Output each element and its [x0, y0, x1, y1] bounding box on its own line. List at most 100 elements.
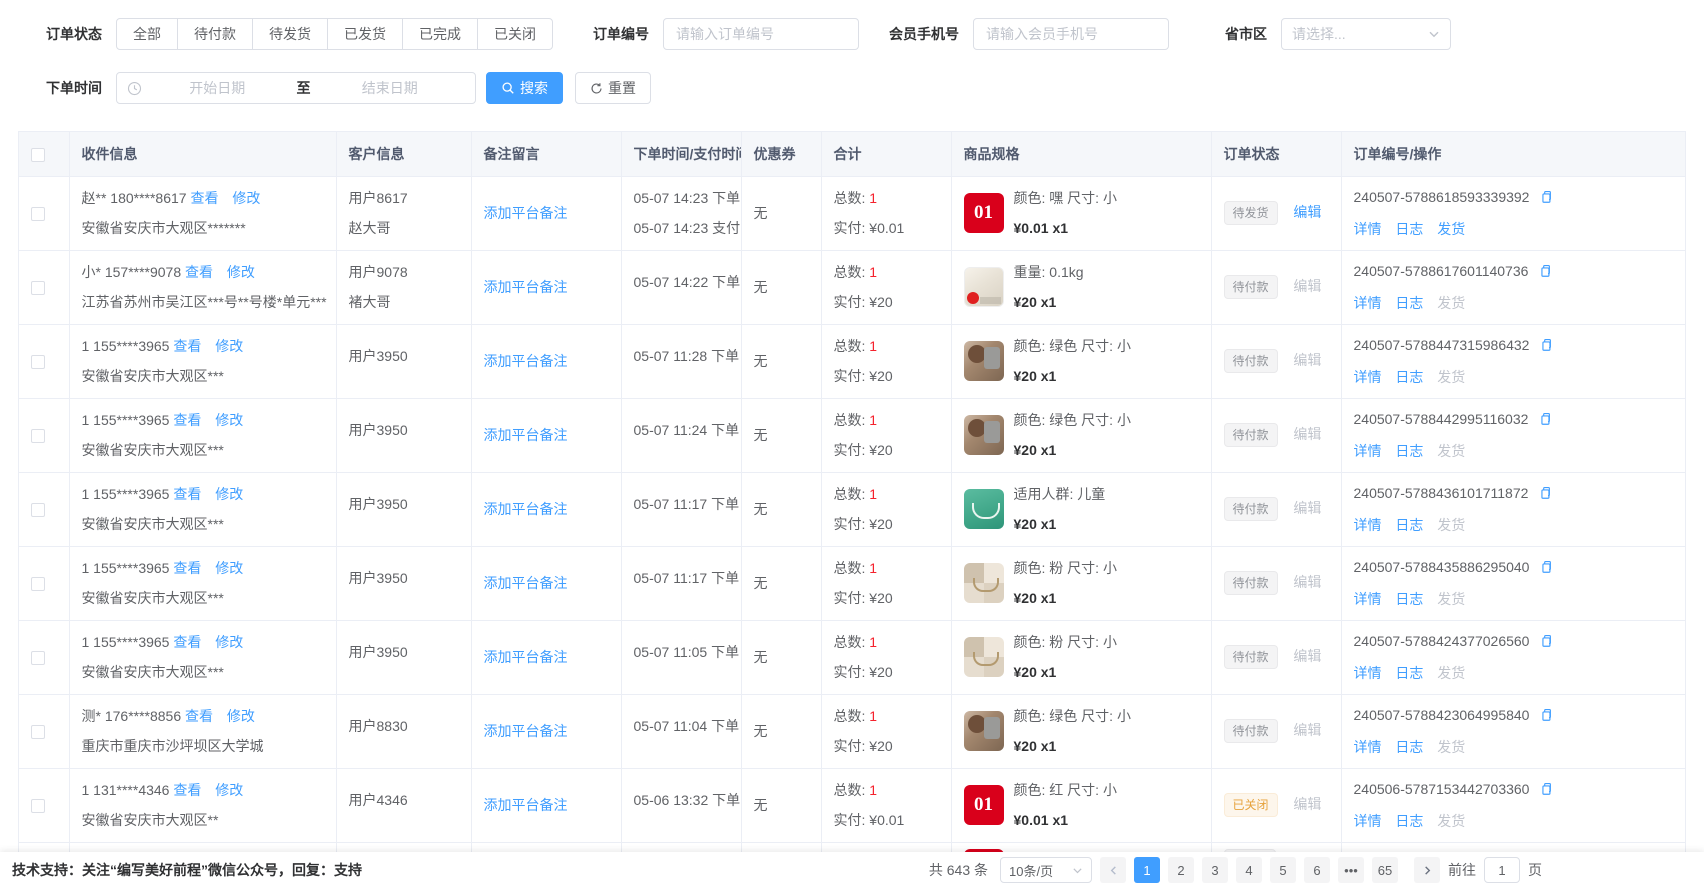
status-tab-completed[interactable]: 已完成	[402, 18, 478, 50]
view-link[interactable]: 查看	[185, 708, 213, 724]
select-all-checkbox[interactable]	[31, 148, 45, 162]
row-checkbox[interactable]	[31, 281, 45, 295]
status-tab-closed[interactable]: 已关闭	[477, 18, 553, 50]
ship-link[interactable]: 发货	[1437, 517, 1465, 533]
copy-icon[interactable]	[1539, 561, 1553, 577]
modify-link[interactable]: 修改	[215, 412, 243, 428]
row-checkbox[interactable]	[31, 799, 45, 813]
add-platform-note-link[interactable]: 添加平台备注	[484, 797, 568, 813]
ship-link[interactable]: 发货	[1437, 221, 1465, 237]
region-select[interactable]: 请选择...	[1281, 18, 1451, 50]
view-link[interactable]: 查看	[185, 264, 213, 280]
page-button[interactable]: 3	[1202, 857, 1228, 883]
ship-link[interactable]: 发货	[1437, 369, 1465, 385]
detail-link[interactable]: 详情	[1354, 221, 1382, 237]
log-link[interactable]: 日志	[1395, 221, 1423, 237]
log-link[interactable]: 日志	[1395, 813, 1423, 829]
edit-link[interactable]: 编辑	[1293, 574, 1321, 590]
copy-icon[interactable]	[1538, 413, 1552, 429]
detail-link[interactable]: 详情	[1354, 591, 1382, 607]
goto-page-input[interactable]	[1484, 857, 1520, 883]
status-tab-pending-shipment[interactable]: 待发货	[252, 18, 328, 50]
modify-link[interactable]: 修改	[215, 560, 243, 576]
date-range-picker[interactable]: 开始日期 至 结束日期	[116, 72, 476, 104]
add-platform-note-link[interactable]: 添加平台备注	[484, 353, 568, 369]
view-link[interactable]: 查看	[173, 560, 201, 576]
detail-link[interactable]: 详情	[1354, 739, 1382, 755]
ship-link[interactable]: 发货	[1437, 813, 1465, 829]
log-link[interactable]: 日志	[1395, 517, 1423, 533]
detail-link[interactable]: 详情	[1354, 813, 1382, 829]
prev-page-button[interactable]	[1100, 857, 1126, 883]
modify-link[interactable]: 修改	[215, 782, 243, 798]
edit-link[interactable]: 编辑	[1293, 722, 1321, 738]
ship-link[interactable]: 发货	[1437, 591, 1465, 607]
add-platform-note-link[interactable]: 添加平台备注	[484, 723, 568, 739]
row-checkbox[interactable]	[31, 207, 45, 221]
detail-link[interactable]: 详情	[1354, 369, 1382, 385]
page-button[interactable]: 6	[1304, 857, 1330, 883]
view-link[interactable]: 查看	[173, 412, 201, 428]
ship-link[interactable]: 发货	[1437, 739, 1465, 755]
modify-link[interactable]: 修改	[215, 634, 243, 650]
modify-link[interactable]: 修改	[232, 190, 260, 206]
log-link[interactable]: 日志	[1395, 369, 1423, 385]
edit-link[interactable]: 编辑	[1293, 426, 1321, 442]
page-size-select[interactable]: 10条/页	[1000, 857, 1092, 883]
ship-link[interactable]: 发货	[1437, 665, 1465, 681]
ship-link[interactable]: 发货	[1437, 443, 1465, 459]
date-end-input[interactable]: 结束日期	[315, 78, 466, 98]
view-link[interactable]: 查看	[173, 338, 201, 354]
add-platform-note-link[interactable]: 添加平台备注	[484, 575, 568, 591]
copy-icon[interactable]	[1538, 265, 1552, 281]
log-link[interactable]: 日志	[1395, 295, 1423, 311]
page-ellipsis[interactable]: •••	[1338, 857, 1364, 883]
edit-link[interactable]: 编辑	[1293, 796, 1321, 812]
log-link[interactable]: 日志	[1395, 739, 1423, 755]
copy-icon[interactable]	[1538, 487, 1552, 503]
detail-link[interactable]: 详情	[1354, 517, 1382, 533]
detail-link[interactable]: 详情	[1354, 443, 1382, 459]
view-link[interactable]: 查看	[173, 486, 201, 502]
phone-input[interactable]	[973, 18, 1169, 50]
row-checkbox[interactable]	[31, 355, 45, 369]
reset-button[interactable]: 重置	[575, 72, 651, 104]
page-button[interactable]: 65	[1372, 857, 1398, 883]
edit-link[interactable]: 编辑	[1293, 352, 1321, 368]
status-tab-all[interactable]: 全部	[116, 18, 178, 50]
copy-icon[interactable]	[1539, 635, 1553, 651]
row-checkbox[interactable]	[31, 725, 45, 739]
copy-icon[interactable]	[1539, 709, 1553, 725]
edit-link[interactable]: 编辑	[1293, 500, 1321, 516]
row-checkbox[interactable]	[31, 503, 45, 517]
add-platform-note-link[interactable]: 添加平台备注	[484, 279, 568, 295]
page-button[interactable]: 4	[1236, 857, 1262, 883]
row-checkbox[interactable]	[31, 577, 45, 591]
edit-link[interactable]: 编辑	[1293, 278, 1321, 294]
copy-icon[interactable]	[1539, 783, 1553, 799]
add-platform-note-link[interactable]: 添加平台备注	[484, 501, 568, 517]
page-button[interactable]: 5	[1270, 857, 1296, 883]
log-link[interactable]: 日志	[1395, 665, 1423, 681]
row-checkbox[interactable]	[31, 651, 45, 665]
page-button[interactable]: 2	[1168, 857, 1194, 883]
modify-link[interactable]: 修改	[227, 708, 255, 724]
modify-link[interactable]: 修改	[227, 264, 255, 280]
modify-link[interactable]: 修改	[215, 486, 243, 502]
copy-icon[interactable]	[1539, 339, 1553, 355]
view-link[interactable]: 查看	[173, 782, 201, 798]
copy-icon[interactable]	[1539, 191, 1553, 207]
row-checkbox[interactable]	[31, 429, 45, 443]
log-link[interactable]: 日志	[1395, 443, 1423, 459]
ship-link[interactable]: 发货	[1437, 295, 1465, 311]
log-link[interactable]: 日志	[1395, 591, 1423, 607]
status-tab-pending-payment[interactable]: 待付款	[177, 18, 253, 50]
edit-link[interactable]: 编辑	[1293, 648, 1321, 664]
add-platform-note-link[interactable]: 添加平台备注	[484, 205, 568, 221]
add-platform-note-link[interactable]: 添加平台备注	[484, 427, 568, 443]
detail-link[interactable]: 详情	[1354, 665, 1382, 681]
view-link[interactable]: 查看	[173, 634, 201, 650]
page-button[interactable]: 1	[1134, 857, 1160, 883]
next-page-button[interactable]	[1414, 857, 1440, 883]
modify-link[interactable]: 修改	[215, 338, 243, 354]
